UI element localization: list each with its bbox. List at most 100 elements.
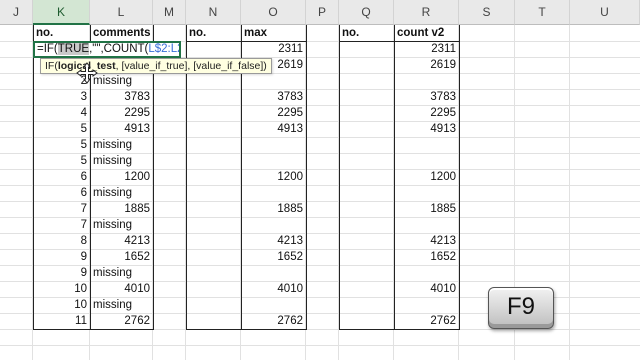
table-max-cell-no[interactable] <box>186 153 241 169</box>
table-source-cell-value[interactable]: missing <box>90 265 153 281</box>
table-count-v2-cell-no[interactable] <box>339 41 394 57</box>
table-max-cell-value[interactable] <box>241 153 306 169</box>
column-header-L[interactable]: L <box>90 0 153 25</box>
table-max-cell-no[interactable] <box>186 281 241 297</box>
table-source-cell-value[interactable]: missing <box>90 73 153 89</box>
table-max-cell-value[interactable] <box>241 217 306 233</box>
column-header-T[interactable]: T <box>515 0 570 25</box>
spreadsheet-grid[interactable]: J K L M N O P Q R S T U no.comments23112… <box>0 0 640 360</box>
table-max-cell-no[interactable] <box>186 89 241 105</box>
table-source-cell-value[interactable]: missing <box>90 297 153 313</box>
table-count-v2-cell-no[interactable] <box>339 265 394 281</box>
table-source-cell-value[interactable]: missing <box>90 153 153 169</box>
table-max-cell-value[interactable]: 4913 <box>241 121 306 137</box>
table-max-cell-no[interactable] <box>186 121 241 137</box>
table-max-cell-value[interactable] <box>241 73 306 89</box>
table-max-cell-no[interactable] <box>186 41 241 57</box>
table-count-v2-cell-no[interactable] <box>339 137 394 153</box>
table-source-cell-no[interactable]: 10 <box>33 297 90 313</box>
table-count-v2-cell-value[interactable]: 2619 <box>394 57 459 73</box>
table-source-cell-no[interactable]: 11 <box>33 313 90 329</box>
table-count-v2-cell-no[interactable] <box>339 105 394 121</box>
table-source-cell-value[interactable]: missing <box>90 217 153 233</box>
table-max-cell-value[interactable] <box>241 185 306 201</box>
table-source-cell-value[interactable]: missing <box>90 185 153 201</box>
table-max-cell-no[interactable] <box>186 105 241 121</box>
table-max-cell-value[interactable]: 1200 <box>241 169 306 185</box>
column-header-Q[interactable]: Q <box>339 0 394 25</box>
table-source-cell-value[interactable]: 4010 <box>90 281 153 297</box>
table-source-cell-no[interactable]: 4 <box>33 105 90 121</box>
table-max-cell-value[interactable]: 2311 <box>241 41 306 57</box>
table-count-v2-cell-value[interactable] <box>394 73 459 89</box>
table-count-v2-cell-value[interactable]: 4213 <box>394 233 459 249</box>
table-count-v2-cell-no[interactable] <box>339 249 394 265</box>
table-count-v2-cell-value[interactable] <box>394 265 459 281</box>
table-count-v2-cell-no[interactable] <box>339 297 394 313</box>
table-count-v2-header-value[interactable]: count v2 <box>394 25 459 41</box>
table-count-v2-cell-value[interactable]: 2762 <box>394 313 459 329</box>
table-count-v2-cell-value[interactable]: 2295 <box>394 105 459 121</box>
table-count-v2-cell-no[interactable] <box>339 121 394 137</box>
table-source-cell-no[interactable]: 10 <box>33 281 90 297</box>
table-count-v2-cell-value[interactable]: 1200 <box>394 169 459 185</box>
column-header-O[interactable]: O <box>241 0 306 25</box>
table-source-cell-no[interactable]: 8 <box>33 233 90 249</box>
column-header-S[interactable]: S <box>459 0 515 25</box>
table-count-v2-cell-value[interactable]: 1652 <box>394 249 459 265</box>
table-max-cell-no[interactable] <box>186 137 241 153</box>
table-count-v2-cell-value[interactable] <box>394 137 459 153</box>
column-header-M[interactable]: M <box>153 0 186 25</box>
table-max-cell-no[interactable] <box>186 185 241 201</box>
table-source-header-value[interactable]: comments <box>90 25 153 41</box>
table-max-cell-value[interactable] <box>241 137 306 153</box>
column-header-N[interactable]: N <box>186 0 241 25</box>
table-count-v2-cell-value[interactable]: 4913 <box>394 121 459 137</box>
table-max-cell-no[interactable] <box>186 249 241 265</box>
table-max-cell-no[interactable] <box>186 313 241 329</box>
table-source-cell-value[interactable]: 1652 <box>90 249 153 265</box>
table-source-cell-no[interactable]: 6 <box>33 169 90 185</box>
column-header-U[interactable]: U <box>570 0 640 25</box>
table-source-cell-value[interactable]: 3783 <box>90 89 153 105</box>
table-max-cell-no[interactable] <box>186 217 241 233</box>
table-source-cell-value[interactable]: 2762 <box>90 313 153 329</box>
table-max-cell-no[interactable] <box>186 265 241 281</box>
table-max-cell-value[interactable]: 4213 <box>241 233 306 249</box>
table-max-header-no[interactable]: no. <box>186 25 241 41</box>
table-count-v2-cell-value[interactable] <box>394 297 459 313</box>
table-source-header-no[interactable]: no. <box>33 25 90 41</box>
table-max-cell-no[interactable] <box>186 73 241 89</box>
table-count-v2-cell-value[interactable]: 2311 <box>394 41 459 57</box>
table-source-cell-value[interactable]: 4213 <box>90 233 153 249</box>
function-arguments-tooltip[interactable]: IF(logical_test, [value_if_true], [value… <box>40 58 272 74</box>
table-max-header-value[interactable]: max <box>241 25 306 41</box>
table-count-v2-cell-no[interactable] <box>339 233 394 249</box>
table-source-cell-no[interactable]: 3 <box>33 89 90 105</box>
table-count-v2-cell-no[interactable] <box>339 281 394 297</box>
table-source-cell-no[interactable]: 7 <box>33 217 90 233</box>
table-source-cell-value[interactable]: 2295 <box>90 105 153 121</box>
table-max-cell-value[interactable] <box>241 297 306 313</box>
table-source-cell-value[interactable]: 4913 <box>90 121 153 137</box>
table-source-cell-no[interactable]: 9 <box>33 265 90 281</box>
table-max-cell-no[interactable] <box>186 169 241 185</box>
table-count-v2-cell-value[interactable] <box>394 185 459 201</box>
table-count-v2-cell-value[interactable]: 4010 <box>394 281 459 297</box>
table-source-cell-no[interactable]: 7 <box>33 201 90 217</box>
table-max-cell-value[interactable]: 4010 <box>241 281 306 297</box>
table-max-cell-value[interactable] <box>241 265 306 281</box>
column-header-J[interactable]: J <box>0 0 33 25</box>
table-max-cell-value[interactable]: 1652 <box>241 249 306 265</box>
table-source-cell-no[interactable]: 9 <box>33 249 90 265</box>
table-max-cell-no[interactable] <box>186 297 241 313</box>
table-max-cell-value[interactable]: 2295 <box>241 105 306 121</box>
column-header-K[interactable]: K <box>33 0 90 25</box>
table-count-v2-cell-no[interactable] <box>339 57 394 73</box>
table-count-v2-cell-no[interactable] <box>339 201 394 217</box>
table-max-cell-no[interactable] <box>186 201 241 217</box>
table-count-v2-cell-no[interactable] <box>339 169 394 185</box>
table-source-cell-value[interactable]: missing <box>90 137 153 153</box>
table-source-cell-value[interactable]: 1200 <box>90 169 153 185</box>
table-count-v2-header-no[interactable]: no. <box>339 25 394 41</box>
